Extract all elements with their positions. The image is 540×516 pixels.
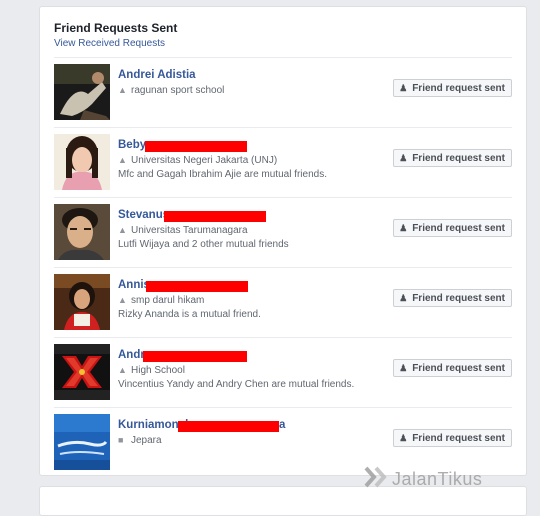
view-received-requests-link[interactable]: View Received Requests [54, 38, 512, 50]
friend-request-row: Annis ▲ smp darul hikam Rizky Ananda is a… [54, 267, 512, 337]
person-add-icon: ♟ [399, 363, 408, 373]
friend-request-sent-button[interactable]: ♟ Friend request sent [393, 289, 512, 307]
friend-request-sent-button[interactable]: ♟ Friend request sent [393, 149, 512, 167]
school-text: ragunan sport school [131, 85, 225, 96]
school-text: High School [131, 365, 185, 376]
friend-name-link[interactable]: Beby [118, 139, 146, 151]
redaction-bar [178, 421, 279, 432]
mutual-friends-text: Vincentius Yandy and Andry Chen are mutu… [118, 379, 355, 390]
school-text: Universitas Tarumanagara [131, 225, 248, 236]
person-add-icon: ♟ [399, 223, 408, 233]
friend-request-row: Beby ▲ Universitas Negeri Jakarta (UNJ) M… [54, 127, 512, 197]
graduation-cap-icon: ▲ [118, 295, 127, 305]
button-label: Friend request sent [412, 433, 505, 444]
redaction-bar [146, 281, 248, 292]
person-add-icon: ♟ [399, 153, 408, 163]
friend-request-sent-button[interactable]: ♟ Friend request sent [393, 359, 512, 377]
redaction-bar [145, 141, 247, 152]
friend-name-suffix[interactable]: a [279, 417, 285, 433]
person-add-icon: ♟ [399, 83, 408, 93]
friend-request-row: Andrei Adistia ▲ ragunan sport school ♟ Fr… [54, 57, 512, 127]
watermark-text: JalanTikus [392, 469, 483, 489]
friend-request-row: Stevanus ▲ Universitas Tarumanagara Lutfi… [54, 197, 512, 267]
person-add-icon: ♟ [399, 293, 408, 303]
friend-requests-panel: Friend Requests Sent View Received Reque… [39, 6, 527, 476]
friend-request-sent-button[interactable]: ♟ Friend request sent [393, 429, 512, 447]
redaction-bar [164, 211, 266, 222]
friend-request-row: Andr ▲ High School Vincentius Yandy and A… [54, 337, 512, 407]
friend-request-sent-button[interactable]: ♟ Friend request sent [393, 79, 512, 97]
avatar[interactable] [54, 414, 110, 470]
button-label: Friend request sent [412, 153, 505, 164]
graduation-cap-icon: ▲ [118, 155, 127, 165]
building-icon: ■ [118, 435, 124, 445]
avatar[interactable] [54, 274, 110, 330]
person-add-icon: ♟ [399, 433, 408, 443]
school-text: Universitas Negeri Jakarta (UNJ) [131, 155, 278, 166]
button-label: Friend request sent [412, 293, 505, 304]
graduation-cap-icon: ▲ [118, 225, 127, 235]
panel-title: Friend Requests Sent [54, 21, 178, 35]
jalantikus-logo-icon [364, 466, 388, 493]
mutual-friends-text: Lutfi Wijaya and 2 other mutual friends [118, 239, 289, 250]
avatar[interactable] [54, 134, 110, 190]
avatar[interactable] [54, 344, 110, 400]
friend-name-link[interactable]: Andr [118, 349, 145, 361]
redaction-bar [143, 351, 247, 362]
button-label: Friend request sent [412, 83, 505, 94]
location-text: Jepara [131, 435, 162, 446]
friend-name-link[interactable]: Andrei Adistia [118, 69, 196, 81]
friend-request-sent-button[interactable]: ♟ Friend request sent [393, 219, 512, 237]
button-label: Friend request sent [412, 223, 505, 234]
school-text: smp darul hikam [131, 295, 205, 306]
next-panel [39, 486, 527, 516]
mutual-friends-text: Mfc and Gagah Ibrahim Ajie are mutual fr… [118, 169, 327, 180]
friend-name-link[interactable]: Stevanus [118, 209, 169, 221]
avatar[interactable] [54, 64, 110, 120]
button-label: Friend request sent [412, 363, 505, 374]
panel-header: Friend Requests Sent View Received Reque… [54, 20, 512, 50]
graduation-cap-icon: ▲ [118, 85, 127, 95]
avatar[interactable] [54, 204, 110, 260]
graduation-cap-icon: ▲ [118, 365, 127, 375]
watermark: JalanTikus [364, 466, 482, 490]
mutual-friends-text: Rizky Ananda is a mutual friend. [118, 309, 261, 320]
